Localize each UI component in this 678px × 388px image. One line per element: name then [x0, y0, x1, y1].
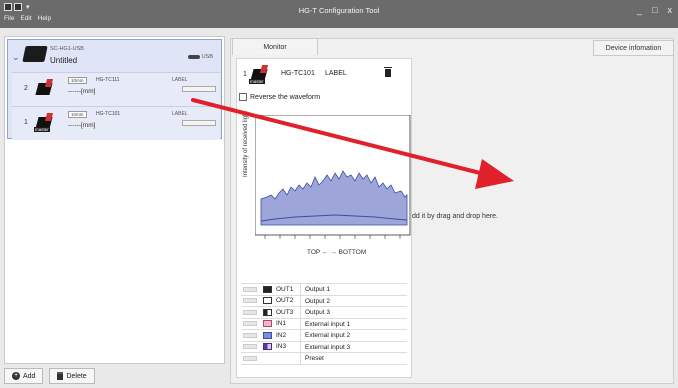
legend-row: OUT1 Output 1 — [241, 284, 407, 296]
reverse-waveform-label: Reverse the waveform — [250, 93, 321, 101]
out1-icon — [263, 285, 272, 293]
legend-code: IN3 — [276, 343, 287, 351]
x-axis-ticks — [264, 235, 401, 239]
legend-desc: Output 3 — [300, 307, 330, 318]
title-bar: ▾ File Edit Help HG-T Configuration Tool… — [0, 0, 678, 28]
legend-row: IN1 External input 1 — [241, 318, 407, 330]
chevron-down-icon[interactable]: ⌄ — [12, 52, 20, 63]
legend-code: IN1 — [276, 320, 287, 328]
drop-zone-hint: dd it by drag and drop here. — [412, 213, 499, 220]
unit-model: HG-TC101 — [96, 111, 121, 117]
legend-desc: External input 3 — [300, 341, 350, 352]
legend-row: IN3 External input 3 — [241, 341, 407, 353]
unit-index: 2 — [24, 85, 28, 92]
range-badge: 10mm — [68, 111, 87, 118]
unit-model: HG-TC111 — [96, 77, 120, 83]
unit-label-caption: LABEL — [172, 111, 188, 117]
in2-icon — [263, 331, 272, 339]
x-axis-label: TOP ← → BOTTOM — [307, 249, 367, 256]
device-tree-panel: ⌄ SC-HG1-USB Untitled USB 2 10mm HG-TC11… — [4, 36, 225, 364]
legend-swatch[interactable] — [243, 321, 257, 327]
legend-row: OUT2 Output 2 — [241, 295, 407, 307]
tab-monitor[interactable]: Monitor — [232, 38, 318, 55]
legend-code: OUT3 — [276, 308, 294, 316]
sensor-unit-item[interactable]: 1 master 10mm HG-TC101 ------[mm] LABEL — [12, 106, 220, 140]
sensor-unit-item[interactable]: 2 10mm HG-TC111 ------[mm] LABEL — [12, 72, 220, 106]
in1-icon — [263, 320, 272, 328]
close-button[interactable]: x — [668, 5, 673, 15]
window-controls: _ □ x — [637, 5, 672, 15]
legend-code: OUT2 — [276, 297, 294, 305]
controller-model: SC-HG1-USB — [50, 46, 84, 52]
master-tag: master — [249, 79, 265, 84]
preset-icon — [263, 355, 272, 362]
delete-button[interactable]: Delete — [49, 368, 95, 384]
master-tag: master — [34, 127, 50, 132]
io-legend-table: OUT1 Output 1 OUT2 Output 2 OUT3 Output … — [241, 283, 407, 365]
unit-index: 1 — [24, 119, 28, 126]
delete-label: Delete — [66, 372, 87, 380]
legend-swatch[interactable] — [243, 355, 257, 361]
card-label: LABEL — [325, 70, 347, 77]
plus-circle-icon: + — [12, 372, 20, 380]
menu-file[interactable]: File — [4, 15, 14, 22]
usb-status: USB — [187, 54, 213, 60]
legend-swatch[interactable] — [243, 309, 257, 315]
sensor-head-icon: master — [34, 111, 56, 133]
minimize-button[interactable]: _ — [637, 5, 642, 15]
add-label: Add — [23, 372, 36, 380]
maximize-button[interactable]: □ — [652, 5, 657, 15]
unit-reading: ------[mm] — [68, 122, 96, 129]
y-axis-label: Intensity of received light — [243, 110, 249, 177]
legend-code: OUT1 — [276, 285, 294, 293]
legend-code: IN2 — [276, 331, 287, 339]
controller-name: Untitled — [50, 56, 78, 65]
menu-edit[interactable]: Edit — [20, 15, 31, 22]
legend-swatch[interactable] — [243, 286, 257, 292]
sensor-monitor-card: 1 master HG-TC101 LABEL Reverse the wave… — [236, 58, 412, 378]
waveform-chart — [255, 115, 411, 239]
add-button[interactable]: + Add — [4, 368, 44, 384]
legend-row: OUT3 Output 3 — [241, 307, 407, 319]
sensor-head-icon: master — [249, 63, 271, 85]
legend-desc: Output 2 — [300, 295, 330, 306]
legend-swatch[interactable] — [243, 298, 257, 304]
card-model: HG-TC101 — [281, 70, 315, 77]
out3-icon — [263, 308, 272, 316]
menu-bar: File Edit Help — [4, 15, 51, 22]
menu-help[interactable]: Help — [38, 15, 51, 22]
legend-row: Preset — [241, 353, 407, 365]
legend-desc: External input 1 — [300, 318, 350, 329]
unit-label-field[interactable] — [182, 120, 216, 126]
reverse-waveform-option[interactable]: Reverse the waveform — [239, 93, 320, 101]
range-badge: 10mm — [68, 77, 87, 84]
window-title: HG-T Configuration Tool — [298, 6, 380, 15]
unit-label-field[interactable] — [182, 86, 216, 92]
usb-label: USB — [201, 54, 213, 60]
legend-desc: External input 2 — [300, 330, 350, 341]
sensor-head-icon — [34, 77, 56, 99]
tab-device-information[interactable]: Device infomation — [593, 40, 674, 56]
unit-label-caption: LABEL — [172, 77, 188, 83]
trash-icon[interactable] — [384, 67, 392, 77]
controller-icon — [22, 46, 48, 62]
legend-row: IN2 External input 2 — [241, 330, 407, 342]
unit-reading: ------[mm] — [68, 88, 96, 95]
controller-group[interactable]: ⌄ SC-HG1-USB Untitled USB 2 10mm HG-TC11… — [7, 39, 222, 140]
left-button-bar: + Add Delete — [4, 368, 95, 384]
in3-icon — [263, 343, 272, 351]
reverse-waveform-checkbox[interactable] — [239, 93, 247, 101]
legend-desc: Output 1 — [300, 284, 330, 295]
out2-icon — [263, 297, 272, 305]
legend-swatch[interactable] — [243, 332, 257, 338]
trash-icon — [57, 372, 64, 380]
card-index: 1 — [243, 71, 247, 78]
legend-desc: Preset — [300, 353, 324, 364]
usb-icon — [187, 55, 200, 59]
legend-swatch[interactable] — [243, 344, 257, 350]
